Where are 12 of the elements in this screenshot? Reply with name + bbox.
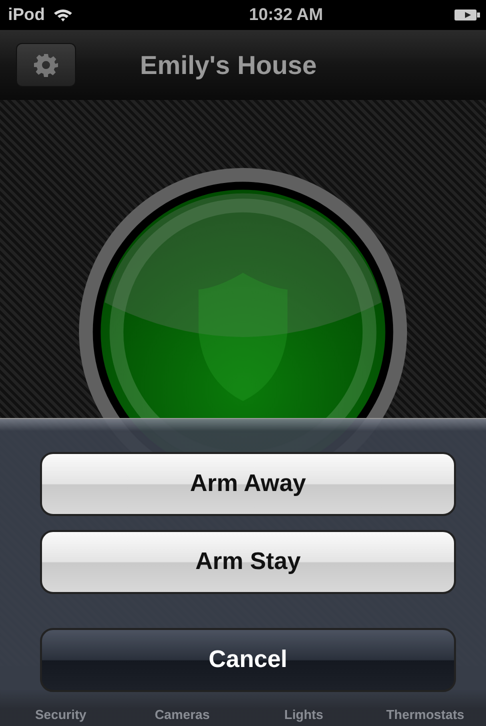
settings-icon	[34, 53, 58, 77]
clock-label: 10:32 AM	[248, 5, 323, 25]
nav-title: Emily's House	[140, 50, 317, 80]
tab[interactable]: Lights	[243, 707, 364, 722]
battery-icon	[454, 9, 480, 21]
settings-button[interactable]	[16, 43, 76, 87]
cancel-button[interactable]: Cancel	[40, 628, 456, 692]
action-button[interactable]: Arm Away	[40, 452, 456, 516]
wifi-icon	[52, 8, 73, 22]
action-button[interactable]: Arm Stay	[40, 530, 456, 594]
carrier-label: iPod	[8, 5, 45, 25]
tab[interactable]: Cameras	[122, 707, 243, 722]
